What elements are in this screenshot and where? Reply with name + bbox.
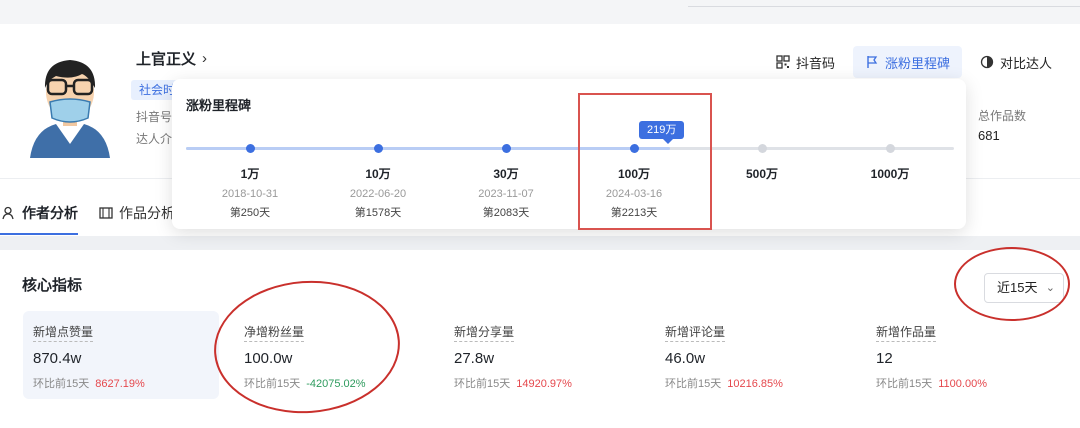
metric-value: 46.0w xyxy=(665,350,706,367)
metric-works: 新增作品量 12 环比前15天 1100.00% xyxy=(866,311,1062,399)
chevron-right-icon: › xyxy=(202,50,208,67)
total-works-value: 681 xyxy=(978,128,1000,143)
metric-label: 新增点赞量 xyxy=(33,323,94,342)
milestone-item: 1万 2018-10-31 第250天 xyxy=(221,167,279,219)
metric-label: 新增作品量 xyxy=(876,323,937,342)
tab-author-analysis-label: 作者分析 xyxy=(22,205,78,221)
metric-change: 10216.85% xyxy=(727,378,783,390)
metric-change: 1100.00% xyxy=(938,378,987,390)
milestone-item: 30万 2023-11-07 第2083天 xyxy=(478,167,534,219)
douyin-id-label: 抖音号 xyxy=(136,110,173,124)
video-icon xyxy=(99,207,113,219)
milestone-popup: 涨粉里程碑 219万 1万 2018-10-31 第250天 10万 2022-… xyxy=(172,79,966,229)
metric-value: 870.4w xyxy=(33,350,82,367)
douyin-code-button[interactable]: 抖音码 xyxy=(764,46,847,78)
author-name[interactable]: 上官正义 › xyxy=(136,48,207,69)
milestone-dot xyxy=(757,144,767,153)
metric-value: 12 xyxy=(876,350,893,367)
metric-compare: 环比前15天 8627.19% xyxy=(33,378,145,390)
milestone-dot xyxy=(245,144,255,153)
milestone-item: 10万 2022-06-20 第1578天 xyxy=(349,167,407,219)
metric-comments: 新增评论量 46.0w 环比前15天 10216.85% xyxy=(655,311,851,399)
tab-works-analysis[interactable]: 作品分析 xyxy=(99,203,175,223)
milestone-button[interactable]: 涨粉里程碑 xyxy=(852,46,962,78)
metric-shares: 新增分享量 27.8w 环比前15天 14920.97% xyxy=(444,311,640,399)
metric-label: 新增分享量 xyxy=(454,323,515,342)
milestone-dot xyxy=(501,144,511,153)
compare-icon xyxy=(980,55,994,69)
total-works-label: 总作品数 xyxy=(978,109,1027,123)
metric-compare: 环比前15天 10216.85% xyxy=(665,378,783,390)
milestone-label: 涨粉里程碑 xyxy=(884,55,950,71)
metric-compare: 环比前15天 14920.97% xyxy=(454,378,572,390)
intro-label: 达人介 xyxy=(136,132,173,146)
header-actions: 抖音码 涨粉里程碑 对比达人 xyxy=(764,46,1064,78)
douyin-code-label: 抖音码 xyxy=(795,55,835,71)
tab-author-analysis[interactable]: 作者分析 xyxy=(2,203,78,223)
compare-label: 对比达人 xyxy=(999,55,1052,71)
tab-works-analysis-label: 作品分析 xyxy=(119,205,175,221)
metric-likes: 新增点赞量 870.4w 环比前15天 8627.19% xyxy=(23,311,219,399)
milestone-title: 涨粉里程碑 xyxy=(186,98,252,113)
compare-button[interactable]: 对比达人 xyxy=(968,46,1064,78)
metric-label: 新增评论量 xyxy=(665,323,726,342)
active-tab-indicator xyxy=(0,233,78,235)
qr-code-icon xyxy=(776,55,790,69)
metric-change: 14920.97% xyxy=(516,378,572,390)
flag-icon xyxy=(867,56,878,68)
avatar xyxy=(26,46,114,158)
core-metrics-card: 核心指标 近15天 ⌄ 新增点赞量 870.4w 环比前15天 8627.19% … xyxy=(0,250,1080,428)
top-strip xyxy=(0,0,1080,24)
milestone-dot xyxy=(885,144,895,153)
milestone-item: 1000万 xyxy=(870,167,910,181)
author-icon xyxy=(2,206,14,220)
author-name-text: 上官正义 xyxy=(136,51,197,68)
metric-change: 8627.19% xyxy=(95,378,145,390)
milestone-item: 500万 xyxy=(745,167,779,181)
milestone-dot xyxy=(373,144,383,153)
core-metrics-title: 核心指标 xyxy=(22,277,83,294)
metric-value: 27.8w xyxy=(454,350,495,367)
annotation-ellipse-period xyxy=(954,247,1070,321)
metric-compare: 环比前15天 1100.00% xyxy=(876,378,987,390)
annotation-rectangle xyxy=(578,93,712,230)
